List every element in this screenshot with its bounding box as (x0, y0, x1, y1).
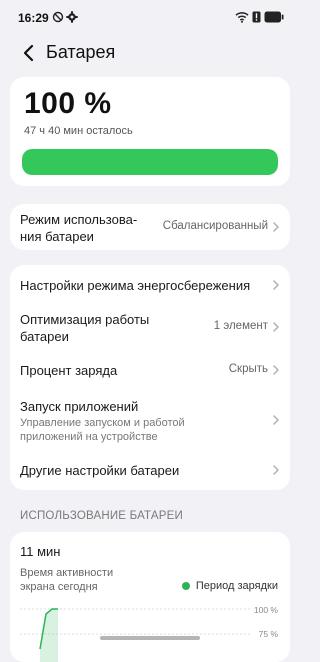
battery-level-bar (22, 149, 278, 175)
chevron-right-icon (273, 322, 279, 332)
do-not-disturb-icon (52, 11, 64, 23)
power-saving-settings-row[interactable]: Настройки режима энергосбережения (10, 265, 290, 305)
home-indicator[interactable] (100, 636, 200, 640)
screen-time-description: Время активности экрана сегодня (20, 567, 114, 593)
charging-period-legend: Период зарядки (181, 580, 278, 592)
battery-mode-value: Сбалансированный (162, 220, 268, 232)
chevron-left-icon (23, 44, 34, 62)
screen-time-value: 11 мин (20, 544, 61, 559)
charge-percent-label: Процент заряда (20, 363, 118, 378)
chevron-right-icon (273, 415, 279, 425)
charge-percent-row[interactable]: Процент заряда Скрыть (10, 351, 290, 389)
legend-dot (181, 581, 190, 590)
battery-level-fill (22, 149, 278, 175)
battery-settings-card: Настройки режима энергосбережения Оптими… (10, 265, 290, 490)
back-button[interactable] (14, 38, 44, 68)
legend-label: Период зарядки (195, 580, 278, 592)
page-header: Батарея (0, 36, 300, 70)
battery-usage-chart (20, 608, 250, 662)
battery-percent: 100 % (24, 87, 112, 120)
status-bar: 16:29 (0, 0, 300, 34)
battery-usage-card: 11 мин Время активности экрана сегодня П… (10, 532, 290, 662)
battery-status-icon (264, 11, 284, 23)
battery-time-remaining: 47 ч 40 мин осталось (24, 125, 133, 137)
other-battery-settings-row[interactable]: Другие настройки батареи (10, 451, 290, 490)
power-saving-settings-label: Настройки режима энергосбережения (20, 278, 251, 293)
battery-mode-label: Режим использова- ния батареи (20, 212, 138, 244)
battery-optimization-label: Оптимизация работы батареи (20, 312, 150, 344)
app-launch-description: Управление запуском и работой приложений… (20, 417, 185, 443)
status-time: 16:29 (18, 11, 49, 25)
chevron-right-icon (273, 365, 279, 375)
battery-mode-card: Режим использова- ния батареи Сбалансиро… (10, 204, 290, 250)
other-battery-settings-label: Другие настройки батареи (20, 463, 180, 478)
chevron-right-icon (273, 222, 279, 232)
chevron-right-icon (273, 465, 279, 475)
alert-icon (252, 11, 261, 23)
battery-usage-section-header: ИСПОЛЬЗОВАНИЕ БАТАРЕИ (20, 510, 183, 522)
wifi-icon (235, 12, 249, 23)
battery-mode-row[interactable]: Режим использова- ния батареи Сбалансиро… (10, 204, 290, 250)
app-launch-label: Запуск приложений (20, 399, 139, 414)
battery-optimization-row[interactable]: Оптимизация работы батареи 1 элемент (10, 305, 290, 351)
y-tick-label: 100 % (253, 605, 278, 615)
battery-level-card: 100 % 47 ч 40 мин осталось (10, 77, 290, 186)
app-launch-row[interactable]: Запуск приложений Управление запуском и … (10, 389, 290, 451)
page-title: Батарея (46, 42, 116, 62)
chevron-right-icon (273, 280, 279, 290)
settings-gear-icon (66, 11, 78, 23)
charge-percent-value: Скрыть (228, 363, 268, 375)
battery-optimization-value: 1 элемент (213, 320, 268, 332)
y-tick-label: 75 % (258, 629, 278, 639)
